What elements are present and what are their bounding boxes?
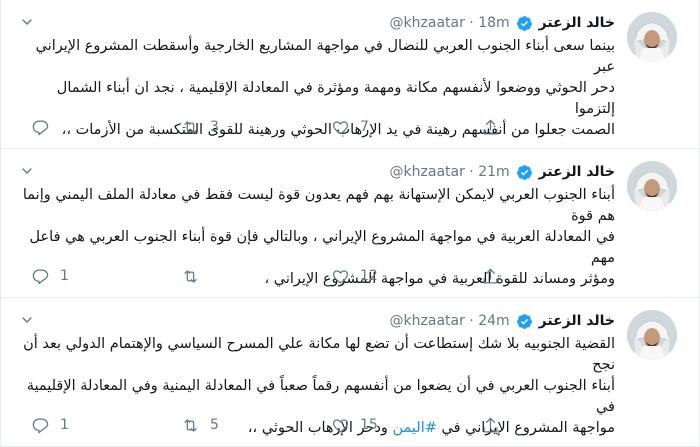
heart-icon — [332, 269, 349, 283]
tweet-text-line: أبناء الجنوب العربي في أن يضعوا من أنفسه… — [26, 378, 615, 415]
share-button[interactable] — [481, 118, 631, 137]
tweet-time[interactable]: 18m — [478, 15, 509, 31]
tweet-actions: 3 7 — [31, 116, 631, 138]
avatar-image — [627, 310, 677, 360]
tweet-text-line: القضية الجنوبيه بلا شك إستطاعت أن تضع له… — [23, 336, 615, 373]
retweet-icon — [184, 120, 197, 134]
reply-icon — [32, 418, 49, 433]
reply-icon — [32, 120, 49, 135]
share-icon — [483, 119, 498, 134]
avatar[interactable] — [627, 310, 677, 360]
tweet-actions: 1 12 — [31, 265, 631, 287]
retweet-button[interactable]: 5 — [181, 416, 331, 435]
avatar[interactable] — [627, 161, 677, 211]
share-icon — [483, 268, 498, 283]
tweet[interactable]: خالد الزعتر @khzaatar · 21m أبناء الجنوب… — [1, 149, 699, 298]
like-button[interactable]: 15 — [331, 416, 481, 435]
retweet-button[interactable]: 3 — [181, 118, 331, 137]
chevron-down-icon[interactable] — [19, 163, 35, 179]
user-handle[interactable]: @khzaatar · 21m — [390, 164, 510, 180]
share-button[interactable] — [481, 416, 631, 435]
tweet[interactable]: خالد الزعتر @khzaatar · 18m بينما سعى أب… — [1, 0, 699, 149]
verified-badge-icon — [516, 15, 532, 31]
timeline: خالد الزعتر @khzaatar · 18m بينما سعى أب… — [0, 0, 700, 447]
tweet[interactable]: خالد الزعتر @khzaatar · 24m القضية الجنو… — [1, 298, 699, 447]
reply-icon — [32, 269, 49, 284]
verified-badge-icon — [516, 164, 532, 180]
share-button[interactable] — [481, 267, 631, 286]
tweet-actions: 1 5 15 — [31, 414, 631, 436]
avatar[interactable] — [627, 12, 677, 62]
user-handle[interactable]: @khzaatar · 18m — [390, 15, 510, 31]
tweet-time[interactable]: 24m — [478, 313, 509, 329]
avatar-image — [627, 12, 677, 62]
retweet-count: 3 — [210, 119, 219, 135]
heart-icon — [332, 418, 349, 432]
retweet-icon — [184, 269, 197, 283]
user-name[interactable]: خالد الزعتر — [539, 15, 615, 31]
verified-badge-icon — [516, 313, 532, 329]
share-icon — [483, 417, 498, 432]
like-count: 12 — [360, 268, 378, 284]
tweet-header: خالد الزعتر @khzaatar · 21m — [390, 161, 615, 183]
user-name[interactable]: خالد الزعتر — [539, 164, 615, 180]
tweet-header: خالد الزعتر @khzaatar · 24m — [390, 310, 615, 332]
user-name[interactable]: خالد الزعتر — [539, 313, 615, 329]
like-button[interactable]: 12 — [331, 267, 481, 286]
retweet-button[interactable] — [181, 267, 331, 286]
reply-button[interactable]: 1 — [31, 267, 181, 286]
tweet-text-line: بينما سعى أبناء الجنوب العربي للنضال في … — [35, 38, 615, 75]
tweet-time[interactable]: 21m — [478, 164, 509, 180]
like-count: 15 — [360, 417, 378, 433]
tweet-text-line: دحر الحوثي ووضعوا لأنفسهم مكانة ومهمة وم… — [56, 80, 615, 117]
tweet-text-line: في المعادلة العربية في مواجهة المشروع ال… — [29, 229, 615, 266]
chevron-down-icon[interactable] — [19, 14, 35, 30]
retweet-count: 5 — [210, 417, 219, 433]
retweet-icon — [184, 418, 197, 432]
reply-count: 1 — [60, 417, 69, 433]
reply-button[interactable]: 1 — [31, 416, 181, 435]
user-handle[interactable]: @khzaatar · 24m — [390, 313, 510, 329]
chevron-down-icon[interactable] — [19, 312, 35, 328]
reply-count: 1 — [60, 268, 69, 284]
like-button[interactable]: 7 — [331, 118, 481, 137]
heart-icon — [332, 120, 349, 134]
avatar-image — [627, 161, 677, 211]
reply-button[interactable] — [31, 118, 181, 137]
tweet-header: خالد الزعتر @khzaatar · 18m — [390, 12, 615, 34]
like-count: 7 — [360, 119, 369, 135]
tweet-text-line: أبناء الجنوب العربي لايمكن الإستهانة بهم… — [22, 187, 615, 224]
